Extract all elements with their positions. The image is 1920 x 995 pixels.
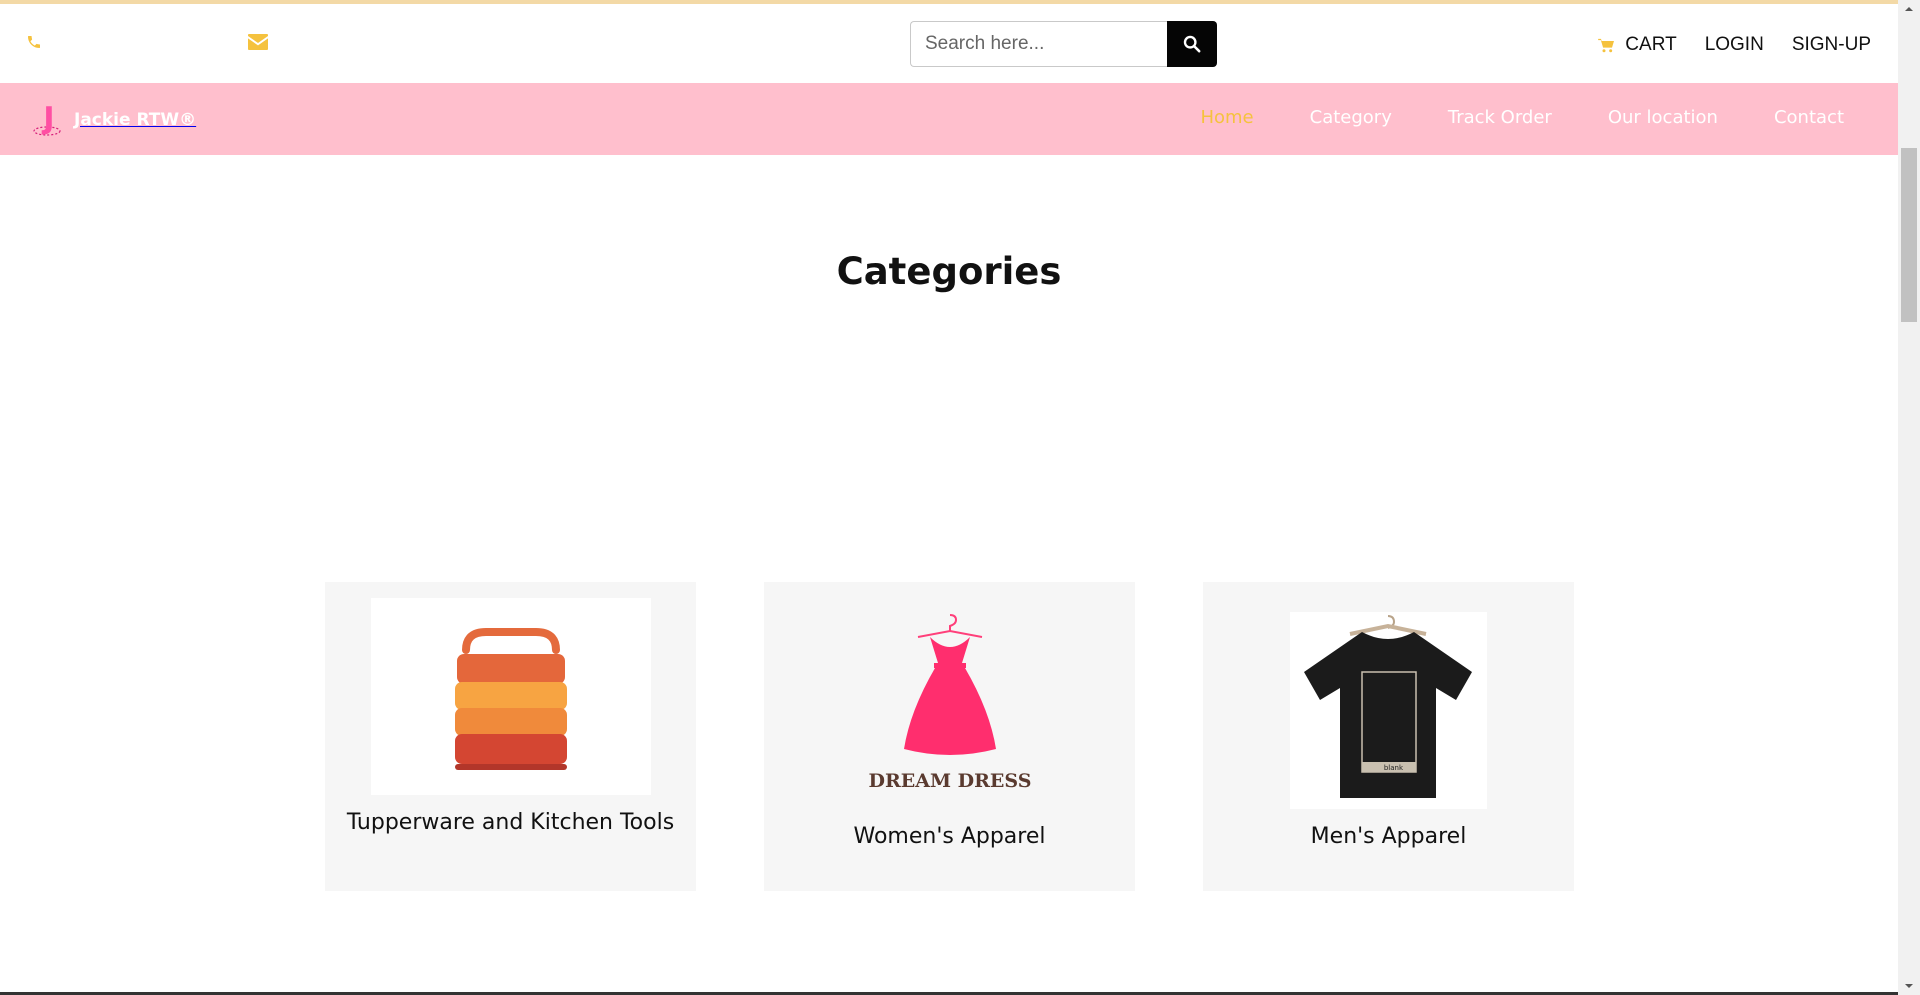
page: CART LOGIN SIGN-UP J Jackie RTW® Home Ca… [0, 0, 1920, 995]
category-label: Men's Apparel [1310, 824, 1467, 849]
brand-logo-icon: J [33, 101, 61, 136]
main-navbar: J Jackie RTW® Home Category Track Order … [0, 83, 1898, 155]
scroll-down-arrow-icon[interactable] [1904, 981, 1914, 991]
cart-link[interactable]: CART [1598, 34, 1677, 56]
category-image-mens-apparel: blank [1290, 612, 1487, 809]
brand-logo-link[interactable]: J Jackie RTW® [32, 101, 196, 139]
nav-item-track-order[interactable]: Track Order [1448, 107, 1552, 128]
envelope-icon[interactable] [248, 34, 270, 54]
top-bar: CART LOGIN SIGN-UP [0, 4, 1898, 83]
svg-text:J: J [41, 101, 54, 136]
svg-text:blank: blank [1384, 764, 1404, 772]
phone-icon[interactable] [26, 34, 46, 54]
scroll-up-arrow-icon[interactable] [1904, 4, 1914, 14]
svg-text:DREAM DRESS: DREAM DRESS [869, 770, 1032, 792]
category-label: Women's Apparel [853, 824, 1046, 849]
search-button[interactable] [1167, 21, 1217, 67]
search-icon [1183, 35, 1201, 53]
category-image-womens-apparel: DREAM DRESS [810, 611, 1090, 808]
category-card-tupperware[interactable]: Tupperware and Kitchen Tools [325, 582, 696, 891]
login-label: LOGIN [1704, 34, 1764, 55]
nav-item-contact[interactable]: Contact [1774, 107, 1844, 128]
brand-name: Jackie RTW® [74, 110, 197, 130]
nav-item-category[interactable]: Category [1310, 107, 1392, 128]
page-title: Categories [836, 250, 1062, 293]
search-bar [910, 21, 1217, 67]
scroll-thumb[interactable] [1901, 148, 1917, 322]
category-label: Tupperware and Kitchen Tools [346, 810, 675, 835]
cart-label: CART [1625, 34, 1677, 55]
nav-menu: Home Category Track Order Our location C… [1200, 107, 1844, 128]
nav-item-our-location[interactable]: Our location [1608, 107, 1718, 128]
cart-icon [1598, 38, 1615, 52]
category-card-womens-apparel[interactable]: DREAM DRESS Women's Apparel [764, 582, 1135, 891]
nav-item-home[interactable]: Home [1200, 107, 1253, 128]
signup-label: SIGN-UP [1791, 34, 1871, 55]
account-links: CART LOGIN SIGN-UP [1598, 34, 1871, 56]
login-link[interactable]: LOGIN [1705, 34, 1764, 56]
category-card-mens-apparel[interactable]: blank Men's Apparel [1203, 582, 1574, 891]
category-image-tupperware [371, 598, 651, 795]
signup-link[interactable]: SIGN-UP [1792, 34, 1871, 56]
search-input[interactable] [910, 21, 1167, 67]
vertical-scrollbar[interactable] [1898, 0, 1920, 995]
